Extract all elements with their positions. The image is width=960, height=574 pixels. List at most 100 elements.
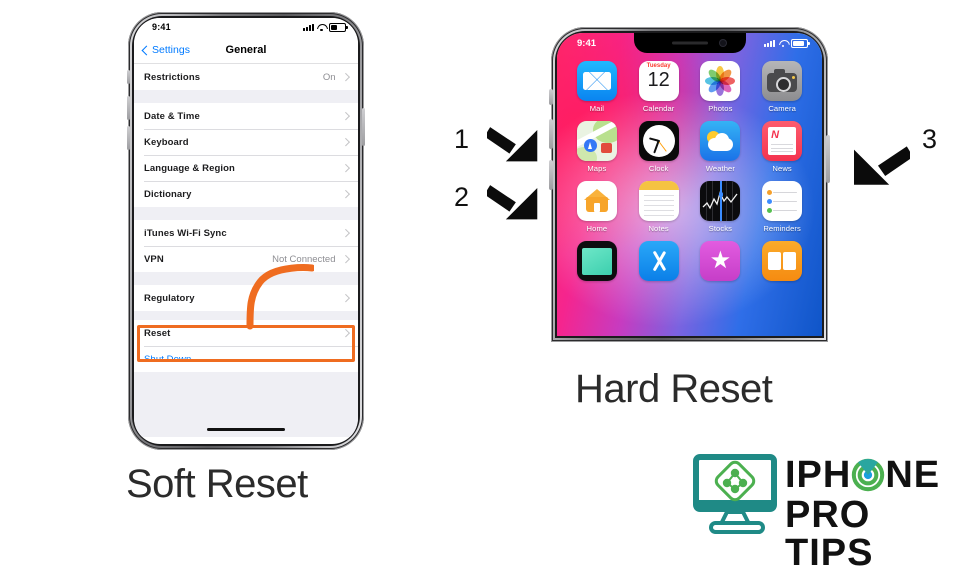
app-calendar[interactable]: Tuesday 12 Calendar [633, 61, 685, 113]
back-to-settings-button[interactable]: Settings [141, 44, 190, 56]
ibooks-icon [762, 241, 803, 281]
settings-row-shut-down[interactable]: Shut Down [134, 346, 358, 372]
logo-line-2: PRO TIPS [785, 496, 955, 572]
hard-reset-phone: 9:41 Mail Tuesday 12 Calendar Photos Cam… [549, 27, 830, 342]
chevron-right-icon [341, 190, 350, 198]
app-weather[interactable]: Weather [695, 121, 747, 173]
settings-row-date-time[interactable]: Date & Time [134, 103, 358, 129]
status-indicators [764, 39, 810, 48]
app-itunes-store[interactable]: ★ [695, 241, 747, 284]
chevron-right-icon [341, 255, 350, 263]
row-label: Reset [144, 327, 171, 339]
settings-row-language-region[interactable]: Language & Region [134, 155, 358, 181]
app-clock[interactable]: Clock [633, 121, 685, 173]
row-label: Dictionary [144, 188, 192, 200]
soft-reset-phone: 9:41 Settings General Restrictions On Da… [127, 12, 365, 450]
home-indicator [207, 428, 285, 431]
chevron-right-icon [341, 294, 350, 302]
settings-row-regulatory[interactable]: Regulatory [134, 285, 358, 311]
step-arrow-3 [854, 146, 910, 185]
back-label: Settings [152, 44, 190, 56]
step-number-3: 3 [922, 124, 938, 154]
app-label: Reminders [763, 224, 801, 233]
chevron-right-icon [341, 73, 350, 81]
settings-row-vpn[interactable]: VPN Not Connected [134, 246, 358, 272]
app-maps[interactable]: Maps [571, 121, 623, 173]
silent-switch-left-phone[interactable] [127, 70, 130, 84]
battery-icon [329, 23, 348, 32]
app-tv[interactable] [571, 241, 623, 284]
silent-switch-right-phone[interactable] [549, 89, 553, 105]
news-icon: N [762, 121, 803, 161]
settings-row-keyboard[interactable]: Keyboard [134, 129, 358, 155]
step-number-2: 2 [454, 182, 470, 212]
app-notes[interactable]: Notes [633, 181, 685, 233]
chevron-right-icon [341, 229, 350, 237]
settings-group-5: Reset Shut Down [134, 320, 358, 372]
app-label: Home [586, 224, 608, 233]
row-label: iTunes Wi-Fi Sync [144, 227, 227, 239]
app-camera[interactable]: Camera [756, 61, 808, 113]
step-arrow-1 [487, 127, 538, 162]
settings-row-dictionary[interactable]: Dictionary [134, 181, 358, 207]
status-indicators [303, 23, 348, 32]
volume-up-button-left-phone[interactable] [127, 96, 130, 120]
app-grid: Mail Tuesday 12 Calendar Photos Camera M… [557, 61, 822, 284]
row-label: Language & Region [144, 162, 235, 174]
app-news[interactable]: N News [756, 121, 808, 173]
row-label: Date & Time [144, 110, 200, 122]
settings-group-3: iTunes Wi-Fi Sync VPN Not Connected [134, 220, 358, 272]
app-home[interactable]: Home [571, 181, 623, 233]
app-label: Camera [768, 104, 796, 113]
row-label: Shut Down [144, 353, 192, 365]
app-stocks[interactable]: Stocks [695, 181, 747, 233]
app-app-store[interactable] [633, 241, 685, 284]
row-value: Not Connected [272, 253, 336, 265]
row-label: Regulatory [144, 292, 195, 304]
settings-group-4: Regulatory [134, 285, 358, 311]
news-glyph: N [771, 129, 780, 141]
weather-icon [700, 121, 741, 161]
status-time: 9:41 [577, 38, 597, 49]
volume-down-button-left-phone[interactable] [127, 126, 130, 150]
reminders-icon [762, 181, 803, 221]
logo-text-iph: IPH [785, 454, 852, 496]
logo-text-ne: NE [885, 454, 941, 496]
chevron-right-icon [341, 138, 350, 146]
battery-icon [791, 39, 810, 48]
app-mail[interactable]: Mail [571, 61, 623, 113]
group-separator [134, 272, 358, 285]
app-ibooks[interactable] [756, 241, 808, 284]
settings-row-reset[interactable]: Reset [134, 320, 358, 346]
clock-icon [638, 121, 679, 161]
wifi-icon [317, 24, 326, 31]
settings-row-restrictions[interactable]: Restrictions On [134, 64, 358, 90]
settings-list: Restrictions On Date & Time Keyboard Lan… [134, 64, 358, 437]
soft-reset-caption: Soft Reset [126, 462, 308, 506]
soft-reset-screen: 9:41 Settings General Restrictions On Da… [134, 18, 358, 444]
mail-icon [576, 61, 617, 101]
settings-navbar: Settings General [134, 38, 358, 64]
itunes-store-icon: ★ [700, 241, 741, 281]
chevron-left-icon [141, 45, 152, 55]
app-label: Clock [648, 164, 669, 173]
signal-bars-icon [764, 40, 775, 47]
logo-text-pro-tips: PRO TIPS [785, 494, 874, 574]
chevron-right-icon [341, 329, 350, 337]
chevron-right-icon [341, 164, 350, 172]
page-root: 9:41 Settings General Restrictions On Da… [0, 0, 960, 572]
row-label: Restrictions [144, 71, 201, 83]
tv-icon [576, 241, 617, 281]
app-label: Notes [648, 224, 669, 233]
row-label: VPN [144, 253, 164, 265]
side-power-button-left-phone[interactable] [362, 108, 365, 146]
camera-icon [762, 61, 803, 101]
app-label: Calendar [642, 104, 675, 113]
group-separator [134, 90, 358, 103]
step-arrow-2 [487, 185, 538, 220]
status-time: 9:41 [152, 22, 171, 32]
app-reminders[interactable]: Reminders [756, 181, 808, 233]
settings-row-itunes-wifi-sync[interactable]: iTunes Wi-Fi Sync [134, 220, 358, 246]
app-photos[interactable]: Photos [695, 61, 747, 113]
status-bar-hard-reset: 9:41 [557, 33, 822, 54]
